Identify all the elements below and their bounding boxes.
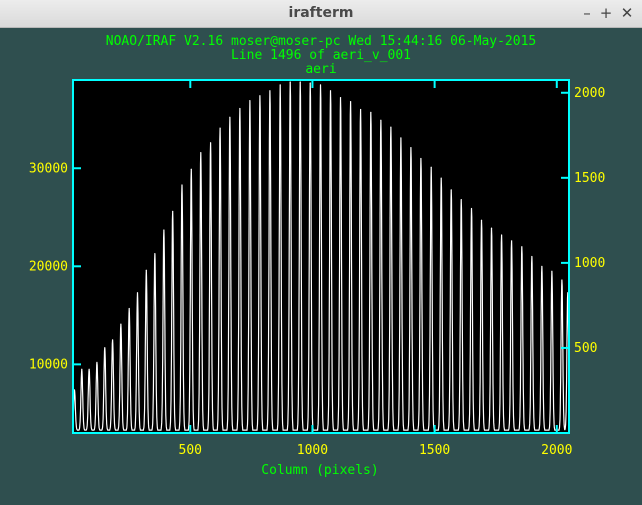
y-left-tick-label-10000: 10000	[29, 357, 68, 372]
peak-point-25	[299, 81, 301, 83]
peak-point-22	[269, 90, 271, 92]
peak-point-21	[259, 95, 261, 97]
peak-point-0	[73, 389, 76, 391]
peak-point-46	[510, 240, 513, 242]
plot-header-line2: Line 1496 of aeri_v_001	[231, 48, 411, 63]
peak-point-42	[470, 207, 473, 210]
peak-point-5	[111, 339, 114, 341]
peak-point-48	[531, 255, 533, 258]
peak-point-26	[309, 82, 311, 84]
peak-point-7	[128, 307, 130, 310]
peak-point-15	[200, 151, 202, 154]
x-axis-title: Column (pixels)	[261, 463, 378, 478]
y-right-tick-label-500: 500	[574, 341, 597, 356]
plot-header-line1: NOAO/IRAF V2.16 moser@moser-pc Wed 15:44…	[106, 34, 536, 49]
y-right-tick-label-1500: 1500	[574, 171, 605, 186]
peak-point-10	[154, 252, 156, 255]
peak-point-37	[420, 157, 422, 160]
x-tick-label-2000: 2000	[541, 443, 572, 458]
peak-point-18	[229, 116, 231, 118]
window-title: irafterm	[288, 5, 354, 21]
peak-point-45	[500, 234, 503, 236]
peak-point-19	[239, 107, 241, 110]
peak-point-50	[551, 270, 553, 272]
plot-header-line3: aeri	[305, 62, 336, 77]
peak-point-12	[172, 210, 174, 212]
x-tick-label-500: 500	[179, 443, 202, 458]
x-tick-label-1000: 1000	[297, 443, 328, 458]
peak-point-44	[490, 227, 493, 229]
title-bar[interactable]: irafterm – + ✕	[0, 0, 642, 28]
peak-point-41	[460, 199, 462, 201]
y-left-tick-label-20000: 20000	[29, 259, 68, 274]
graphics-canvas[interactable]: NOAO/IRAF V2.16 moser@moser-pc Wed 15:44…	[0, 27, 642, 505]
peak-point-11	[163, 229, 165, 231]
peak-point-9	[145, 269, 147, 271]
peak-point-35	[400, 137, 402, 139]
peak-point-29	[339, 97, 342, 99]
peak-point-23	[279, 84, 281, 86]
peak-point-2	[88, 368, 90, 370]
peak-point-6	[120, 323, 122, 325]
peak-point-24	[289, 81, 291, 83]
close-button[interactable]: ✕	[617, 3, 637, 23]
peak-point-38	[430, 166, 432, 168]
peak-point-13	[181, 184, 183, 186]
peak-point-32	[370, 111, 372, 113]
peak-point-39	[440, 177, 442, 179]
peak-point-49	[541, 265, 543, 267]
peak-point-34	[390, 126, 392, 128]
x-tick-label-1500: 1500	[419, 443, 450, 458]
peak-point-16	[209, 142, 212, 144]
peak-point-14	[190, 168, 192, 170]
y-right-tick-label-2000: 2000	[574, 86, 605, 101]
peak-point-1	[81, 368, 83, 370]
minimize-button[interactable]: –	[577, 3, 597, 23]
y-right-tick-label-1000: 1000	[574, 256, 605, 271]
peak-point-43	[480, 219, 483, 221]
peak-point-28	[329, 90, 332, 92]
peak-point-4	[104, 347, 106, 349]
irafterm-window: irafterm – + ✕ NOAO/IRAF V2.16 moser@mos…	[0, 0, 642, 505]
y-left-tick-label-30000: 30000	[29, 161, 68, 176]
peak-point-30	[349, 100, 352, 103]
peak-point-33	[380, 119, 382, 121]
peak-point-27	[319, 84, 322, 86]
peak-point-51	[561, 279, 563, 281]
peak-point-47	[521, 246, 523, 248]
peak-point-3	[96, 361, 98, 363]
peak-point-8	[136, 292, 139, 294]
peak-point-36	[410, 147, 412, 149]
peak-point-17	[219, 127, 221, 129]
peak-point-20	[249, 99, 251, 102]
maximize-button[interactable]: +	[596, 3, 616, 23]
peak-point-40	[450, 189, 452, 191]
peak-point-31	[359, 108, 362, 111]
